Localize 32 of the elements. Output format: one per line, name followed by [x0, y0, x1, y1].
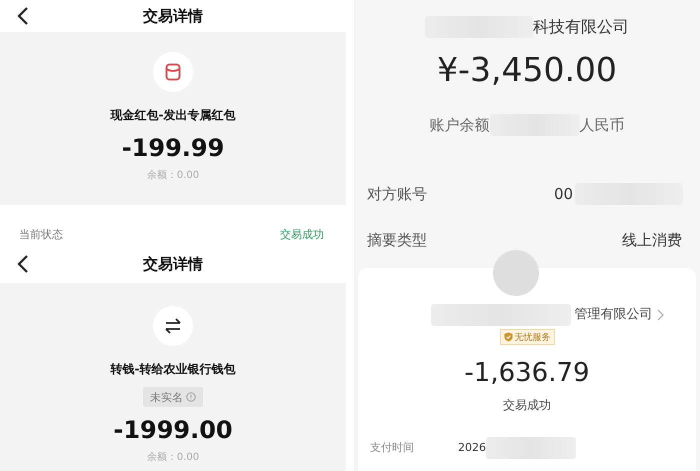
status-label: 当前状态 [19, 227, 63, 242]
status-value: 交易成功 [280, 227, 324, 242]
field-label: 摘要类型 [367, 230, 428, 251]
back-icon[interactable] [17, 254, 29, 274]
transfer-arrows-icon [163, 317, 183, 335]
field-value: 00 [554, 184, 574, 205]
transaction-title: 现金红包-发出专属红包 [110, 107, 236, 124]
balance-text: 余额：0.00 [146, 451, 200, 465]
amount: ¥-3,450.00 [437, 50, 617, 90]
amount: -1999.00 [113, 415, 233, 445]
envelope-icon [165, 63, 181, 81]
shield-icon [504, 332, 512, 342]
avatar [493, 250, 539, 296]
service-badge: 无忧服务 [500, 329, 554, 345]
field-value: 2026 [458, 440, 486, 456]
currency-text: 人民币 [580, 115, 624, 136]
amount: -1,636.79 [464, 357, 590, 390]
company-name: 科技有限公司 [533, 16, 629, 38]
field-value: 线上消费 [622, 230, 682, 251]
field-label: 对方账号 [367, 184, 428, 205]
merchant-name[interactable]: 管理有限公司 [574, 304, 652, 326]
unverified-tag[interactable]: 未实名 [143, 387, 203, 407]
field-label: 支付时间 [370, 440, 415, 456]
page-title: 交易详情 [143, 254, 203, 274]
balance-label: 账户余额 [430, 115, 490, 136]
balance-text: 余额：0.00 [146, 169, 200, 183]
info-icon [186, 392, 196, 402]
status-text: 交易成功 [503, 397, 551, 414]
amount: -199.99 [122, 133, 224, 163]
back-icon[interactable] [17, 6, 29, 26]
transaction-title: 转钱-转给农业银行钱包 [110, 361, 236, 378]
page-title: 交易详情 [143, 6, 203, 26]
